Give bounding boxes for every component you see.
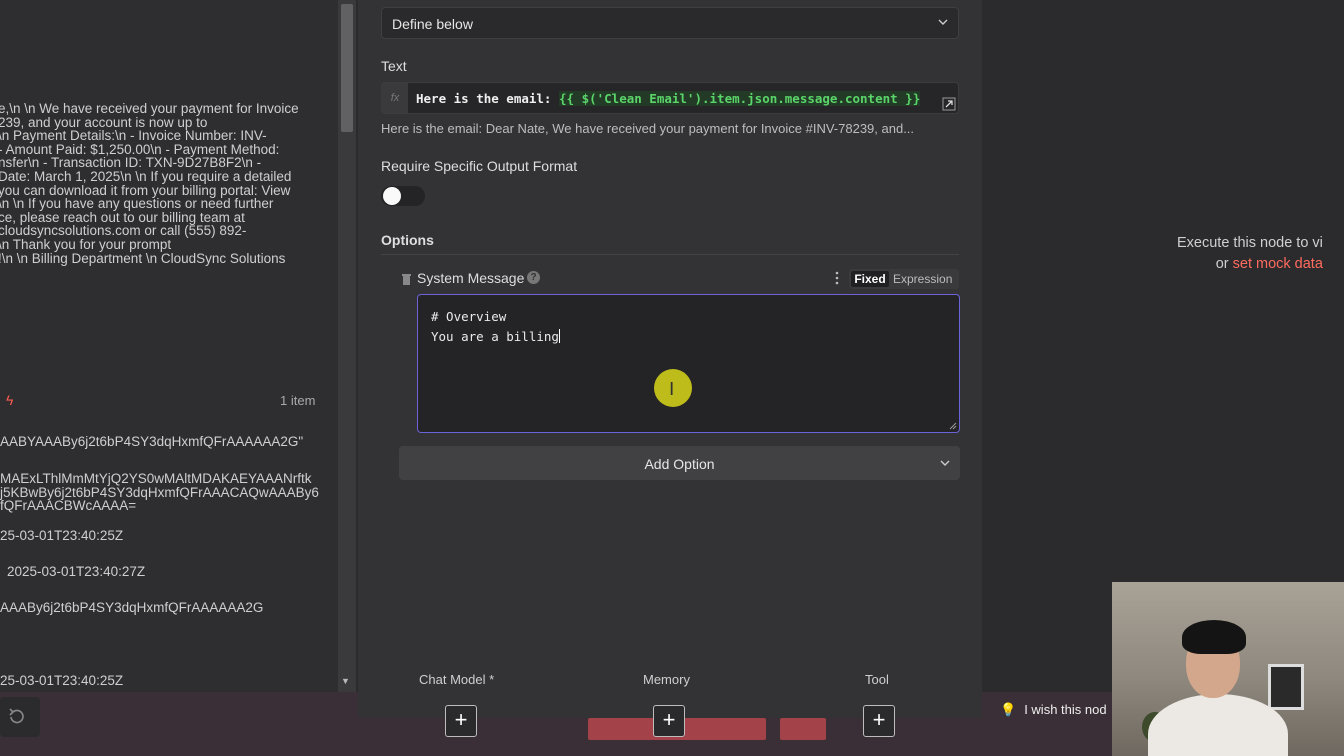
wall-picture-frame bbox=[1268, 664, 1304, 710]
undo-icon bbox=[9, 708, 24, 724]
help-icon[interactable]: ? bbox=[527, 271, 540, 284]
chevron-down-icon bbox=[940, 460, 950, 466]
or-text: or bbox=[1215, 256, 1233, 272]
feedback-tip-text: I wish this nod bbox=[1024, 702, 1107, 717]
value-id: AABYAAABy6j2t6bP4SY3dqHxmfQFrAAAAAA2G" bbox=[0, 434, 304, 449]
expression-code: {{ $('Clean Email').item.json.message.co… bbox=[559, 91, 921, 106]
prompt-source-select[interactable]: Define below bbox=[381, 7, 959, 39]
set-mock-data-link[interactable]: set mock data bbox=[1233, 256, 1323, 272]
expand-icon[interactable] bbox=[942, 97, 956, 111]
value-modified-time: 25-03-01T23:40:25Z bbox=[0, 673, 124, 688]
value-thread-id: AAABy6j2t6bP4SY3dqHxmfQFrAAAAAA2G bbox=[0, 600, 264, 615]
expression-preview: Here is the email: Dear Nate, We have re… bbox=[381, 121, 915, 136]
system-message-textarea[interactable]: # Overview You are a billing bbox=[417, 294, 960, 433]
feedback-tip[interactable]: 💡 I wish this nod bbox=[1000, 702, 1107, 718]
text-cursor-icon: I bbox=[669, 379, 675, 400]
person-hair bbox=[1182, 620, 1246, 654]
left-scrollbar-thumb[interactable] bbox=[341, 4, 353, 132]
options-divider bbox=[381, 254, 959, 255]
value-sent-time: 2025-03-01T23:40:27Z bbox=[7, 564, 146, 579]
options-label: Options bbox=[381, 232, 434, 248]
scroll-down-arrow-icon[interactable]: ▼ bbox=[341, 676, 350, 686]
require-format-toggle[interactable] bbox=[381, 186, 425, 206]
require-format-label: Require Specific Output Format bbox=[381, 158, 578, 174]
trash-icon[interactable] bbox=[401, 273, 412, 285]
text-caret bbox=[558, 329, 560, 343]
add-option-button[interactable]: Add Option bbox=[399, 446, 960, 480]
value-received-time: 25-03-01T23:40:25Z bbox=[0, 528, 124, 543]
fixed-expression-toggle[interactable]: Fixed Expression bbox=[849, 269, 959, 289]
expression-prefix: Here is the email: bbox=[416, 91, 559, 106]
add-chat-model-button[interactable]: + bbox=[445, 705, 477, 737]
output-empty-message: Execute this node to vi or set mock data bbox=[1177, 233, 1323, 275]
memory-connector-label: Memory bbox=[643, 672, 690, 687]
resize-handle-icon[interactable] bbox=[949, 422, 957, 430]
text-label: Text bbox=[381, 58, 407, 74]
fx-icon: fx bbox=[382, 83, 408, 113]
chevron-down-icon bbox=[938, 19, 948, 25]
message-content-text: e,\n \n We have received your payment fo… bbox=[0, 101, 299, 266]
prompt-source-value: Define below bbox=[392, 16, 473, 32]
system-message-label: System Message bbox=[417, 270, 525, 286]
output-panel: e,\n \n We have received your payment fo… bbox=[0, 0, 338, 692]
canvas-action-bar-secondary[interactable] bbox=[780, 718, 826, 740]
mode-fixed-tab[interactable]: Fixed bbox=[851, 271, 889, 287]
lightbulb-icon: 💡 bbox=[1000, 702, 1017, 717]
text-expression-input[interactable]: fx Here is the email: {{ $('Clean Email'… bbox=[381, 82, 959, 114]
mode-expression-tab[interactable]: Expression bbox=[893, 271, 952, 287]
value-conversation-id: MAExLThlMmMtYjQ2YS0wMAltMDAKAEYAAANrftk … bbox=[0, 471, 319, 514]
undo-button[interactable] bbox=[0, 697, 40, 737]
item-count: 1 item bbox=[280, 393, 316, 408]
more-options-icon[interactable] bbox=[832, 271, 842, 285]
add-memory-button[interactable]: + bbox=[653, 705, 685, 737]
add-option-label: Add Option bbox=[644, 456, 715, 472]
system-message-text: # Overview You are a billing bbox=[431, 309, 559, 344]
lightning-icon: ϟ bbox=[6, 392, 14, 408]
webcam-overlay bbox=[1112, 582, 1344, 756]
toggle-knob bbox=[383, 187, 401, 205]
tool-connector-label: Tool bbox=[865, 672, 889, 687]
add-tool-button[interactable]: + bbox=[863, 705, 895, 737]
chat-model-connector-label: Chat Model * bbox=[419, 672, 495, 687]
execute-node-text: Execute this node to vi bbox=[1177, 235, 1323, 251]
